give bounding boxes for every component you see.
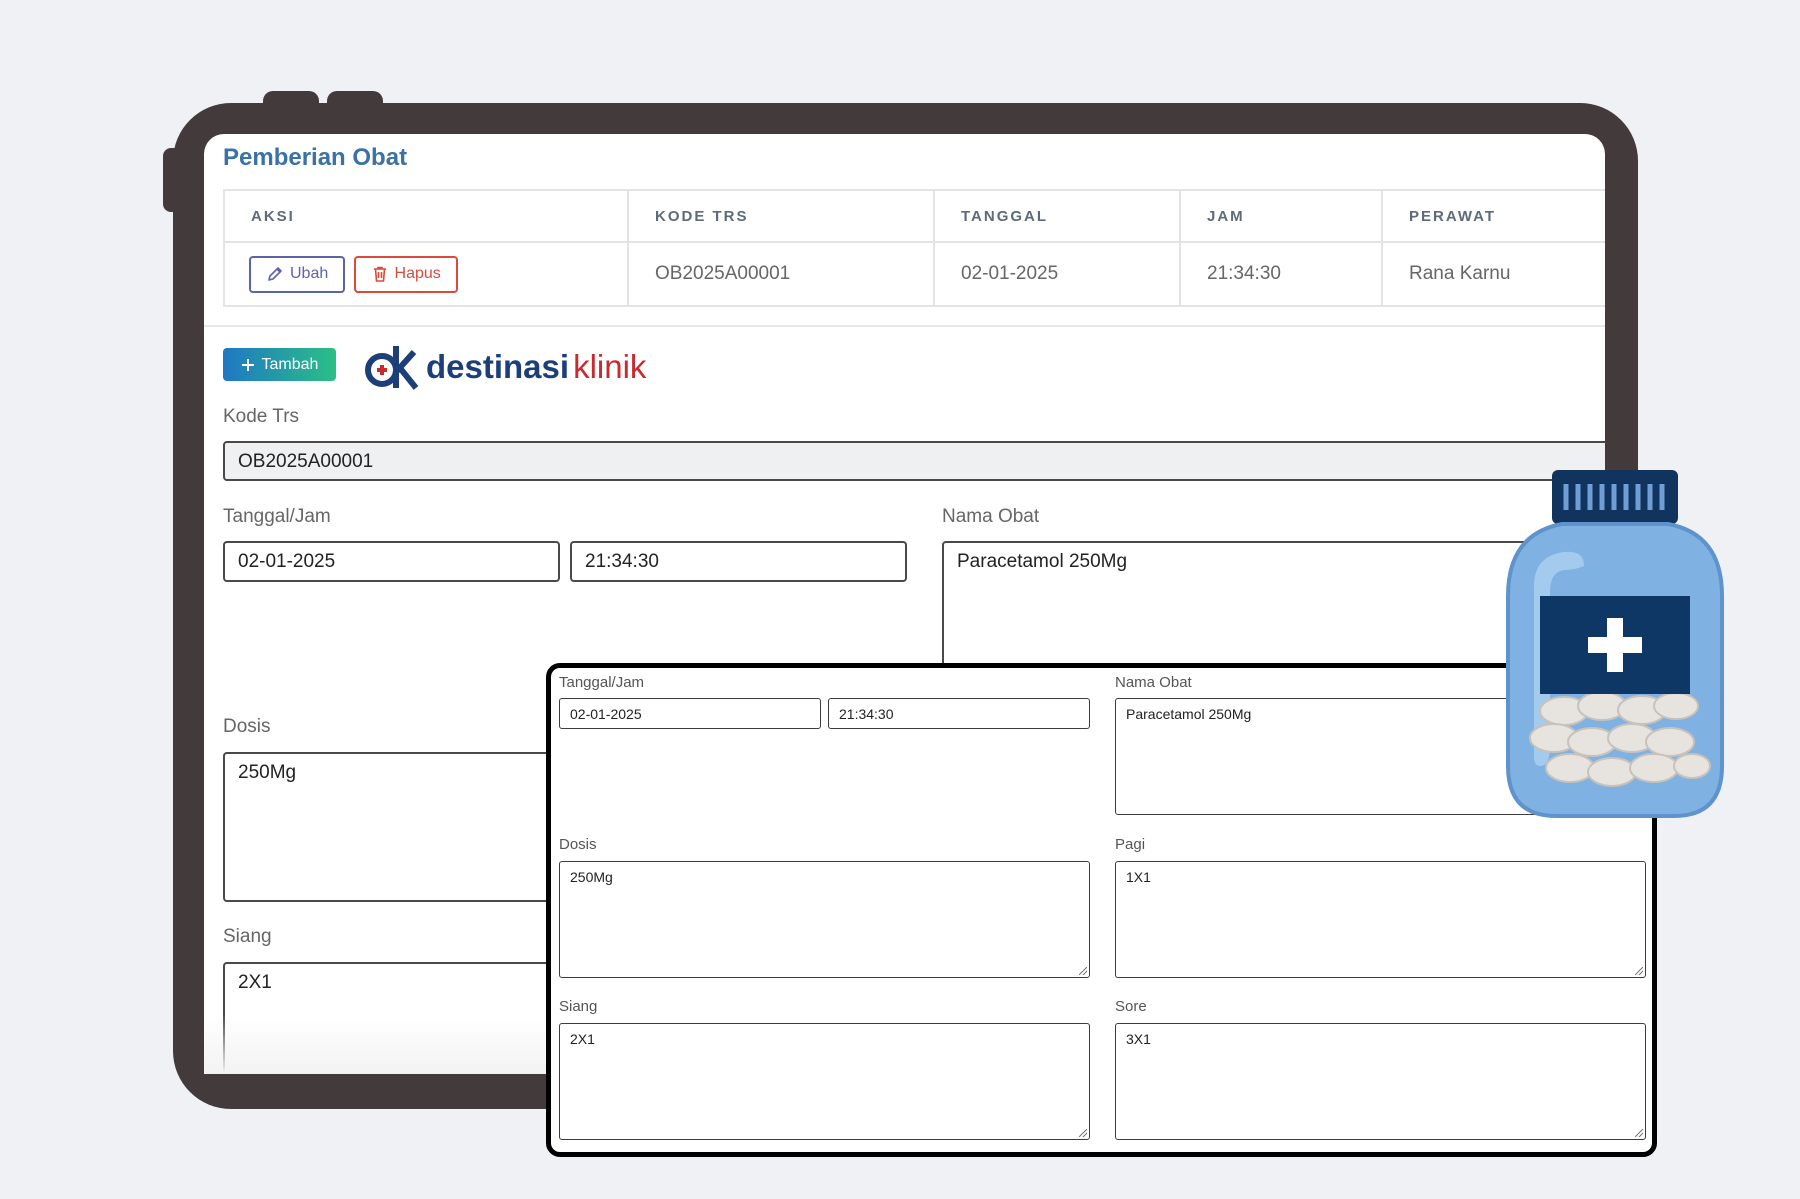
panel-sore-field[interactable]: 3X1 [1115,1023,1646,1140]
siang-label: Siang [223,926,272,947]
kode-trs-label: Kode Trs [223,406,300,427]
edit-button[interactable]: Ubah [249,255,346,293]
panel-siang-value: 2X1 [570,1031,595,1047]
delete-button-label: Hapus [394,265,441,282]
nama-obat-label: Nama Obat [942,506,1040,527]
plus-icon [241,358,254,371]
logo-text-primary: destinasi [426,348,570,385]
page-title: Pemberian Obat [223,144,408,171]
form-panel: Tanggal/Jam 02-01-2025 21:34:30 Nama Oba… [546,663,1657,1157]
column-header-aksi: AKSI [223,189,629,243]
tanggal-field[interactable]: 02-01-2025 [223,541,560,582]
panel-pagi-label: Pagi [1115,836,1146,853]
panel-tanggal-field[interactable]: 02-01-2025 [559,698,821,729]
panel-sore-value: 3X1 [1126,1031,1151,1047]
trash-icon [373,266,386,282]
panel-tanggal-jam-label: Tanggal/Jam [559,674,645,691]
add-button-label: Tambah [261,355,319,373]
cell-tanggal: 02-01-2025 [933,241,1181,307]
panel-pagi-value: 1X1 [1126,869,1151,885]
column-header-kode-trs: KODE TRS [627,189,935,243]
logo-mark-icon [365,346,419,390]
edit-button-label: Ubah [290,265,329,282]
data-table: AKSI KODE TRS TANGGAL JAM PERAWAT Ubah H… [223,189,1605,307]
dosis-label: Dosis [223,716,271,737]
jam-field[interactable]: 21:34:30 [570,541,907,582]
panel-nama-obat-label: Nama Obat [1115,674,1192,691]
panel-pagi-field[interactable]: 1X1 [1115,861,1646,978]
panel-dosis-value: 250Mg [570,869,613,885]
panel-dosis-label: Dosis [559,836,597,853]
resize-handle-icon[interactable] [1635,967,1643,975]
delete-button[interactable]: Hapus [353,255,458,293]
panel-siang-label: Siang [559,998,598,1015]
resize-handle-icon[interactable] [1079,1129,1087,1137]
brand-logo: destinasi klinik [364,344,646,390]
panel-sore-label: Sore [1115,998,1147,1015]
panel-dosis-field[interactable]: 250Mg [559,861,1090,978]
kode-trs-field[interactable]: OB2025A00001 [223,441,1605,481]
column-header-tanggal: TANGGAL [933,189,1181,243]
column-header-jam: JAM [1179,189,1383,243]
resize-handle-icon[interactable] [1635,1129,1643,1137]
resize-handle-icon[interactable] [1079,967,1087,975]
table-row: Ubah Hapus OB2025A00001 02-01-2025 21:34… [223,241,1605,307]
section-divider [204,325,1605,327]
cell-aksi: Ubah Hapus [223,241,629,307]
tanggal-jam-label: Tanggal/Jam [223,506,331,527]
cell-perawat: Rana Karnu [1381,241,1605,307]
table-header-row: AKSI KODE TRS TANGGAL JAM PERAWAT [223,189,1605,243]
tablet-side-button [163,148,185,212]
cell-kode-trs: OB2025A00001 [627,241,935,307]
column-header-perawat: PERAWAT [1381,189,1605,243]
pencil-icon [268,267,282,281]
cell-jam: 21:34:30 [1179,241,1383,307]
panel-jam-field[interactable]: 21:34:30 [828,698,1090,729]
logo-text-accent: klinik [573,348,647,385]
medicine-bottle-icon [1506,470,1724,818]
add-button[interactable]: Tambah [223,348,336,381]
panel-siang-field[interactable]: 2X1 [559,1023,1090,1140]
